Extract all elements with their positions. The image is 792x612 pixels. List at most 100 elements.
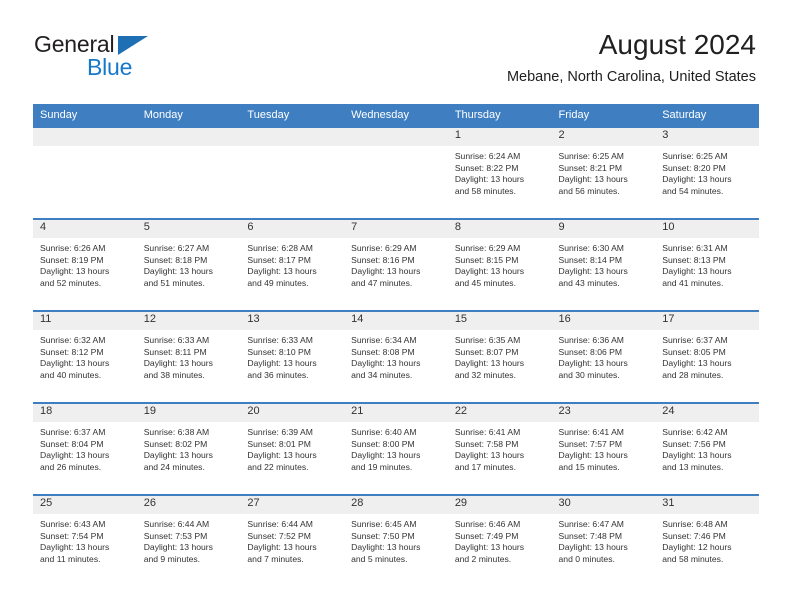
calendar-cell[interactable]: 8 Sunrise: 6:29 AM Sunset: 8:15 PM Daylight… — [447, 218, 552, 311]
day-cell[interactable]: 15 Sunrise: 6:35 AM Sunset: 8:07 PM Dayligh… — [447, 312, 552, 402]
sunset-text: Sunset: 8:17 PM — [247, 254, 311, 265]
sunrise-text: Sunrise: 6:33 AM — [247, 335, 313, 345]
calendar-cell[interactable]: 12 Sunrise: 6:33 AM Sunset: 8:11 PM Dayligh… — [136, 310, 241, 403]
day-cell[interactable]: 3 Sunrise: 6:25 AM Sunset: 8:20 PM Daylight… — [655, 128, 759, 218]
calendar-cell[interactable]: 3 Sunrise: 6:25 AM Sunset: 8:20 PM Daylight… — [655, 126, 759, 219]
day-cell[interactable]: 26 Sunrise: 6:44 AM Sunset: 7:53 PM Dayligh… — [136, 496, 241, 586]
day-cell[interactable]: 7 Sunrise: 6:29 AM Sunset: 8:16 PM Daylight… — [344, 220, 448, 310]
day-cell[interactable]: 25 Sunrise: 6:43 AM Sunset: 7:54 PM Dayligh… — [33, 496, 137, 586]
weekday-header-monday: Monday — [136, 104, 241, 127]
calendar-cell[interactable]: 1 Sunrise: 6:24 AM Sunset: 8:22 PM Daylight… — [447, 126, 552, 219]
day-cell[interactable]: 10 Sunrise: 6:31 AM Sunset: 8:13 PM Dayligh… — [655, 220, 759, 310]
day-details: Sunrise: 6:46 AM Sunset: 7:49 PM Daylight:… — [448, 514, 552, 566]
daylight-text-line1: Daylight: 13 hours — [558, 174, 628, 185]
sunset-text: Sunset: 7:50 PM — [351, 530, 415, 541]
page-subtitle: Mebane, North Carolina, United States — [506, 69, 756, 85]
sunrise-text: Sunrise: 6:41 AM — [558, 427, 624, 437]
sunrise-text: Sunrise: 6:39 AM — [247, 427, 313, 437]
day-number: 9 — [551, 220, 656, 238]
weekday-header-tuesday: Tuesday — [240, 104, 345, 127]
calendar-cell[interactable]: 2 Sunrise: 6:25 AM Sunset: 8:21 PM Daylight… — [551, 126, 656, 219]
calendar-cell[interactable]: 21 Sunrise: 6:40 AM Sunset: 8:00 PM Dayligh… — [344, 402, 448, 495]
day-cell[interactable]: 14 Sunrise: 6:34 AM Sunset: 8:08 PM Dayligh… — [344, 312, 448, 402]
day-cell[interactable]: 23 Sunrise: 6:41 AM Sunset: 7:57 PM Dayligh… — [551, 404, 656, 494]
day-cell[interactable]: 20 Sunrise: 6:39 AM Sunset: 8:01 PM Dayligh… — [240, 404, 345, 494]
day-cell[interactable]: 21 Sunrise: 6:40 AM Sunset: 8:00 PM Dayligh… — [344, 404, 448, 494]
calendar-cell — [33, 126, 137, 219]
calendar-cell[interactable]: 19 Sunrise: 6:38 AM Sunset: 8:02 PM Dayligh… — [136, 402, 241, 495]
daylight-text-line1: Daylight: 13 hours — [247, 266, 317, 277]
daylight-text-line1: Daylight: 13 hours — [40, 542, 110, 553]
calendar-cell[interactable]: 15 Sunrise: 6:35 AM Sunset: 8:07 PM Dayligh… — [447, 310, 552, 403]
day-cell[interactable]: 16 Sunrise: 6:36 AM Sunset: 8:06 PM Dayligh… — [551, 312, 656, 402]
calendar-cell[interactable]: 18 Sunrise: 6:37 AM Sunset: 8:04 PM Dayligh… — [33, 402, 137, 495]
sunrise-text: Sunrise: 6:29 AM — [454, 243, 521, 253]
calendar-cell[interactable]: 5 Sunrise: 6:27 AM Sunset: 8:18 PM Daylight… — [136, 218, 241, 311]
day-details: Sunrise: 6:43 AM Sunset: 7:54 PM Daylight:… — [33, 514, 137, 566]
calendar-cell[interactable]: 6 Sunrise: 6:28 AM Sunset: 8:17 PM Daylight… — [240, 218, 345, 311]
calendar-cell[interactable]: 25 Sunrise: 6:43 AM Sunset: 7:54 PM Dayligh… — [33, 494, 137, 586]
calendar-cell — [240, 126, 345, 219]
calendar-cell[interactable]: 30 Sunrise: 6:47 AM Sunset: 7:48 PM Dayligh… — [551, 494, 656, 586]
calendar-cell[interactable]: 26 Sunrise: 6:44 AM Sunset: 7:53 PM Dayligh… — [136, 494, 241, 586]
day-cell[interactable]: 27 Sunrise: 6:44 AM Sunset: 7:52 PM Dayligh… — [240, 496, 345, 586]
weekday-header-row: Sunday Monday Tuesday Wednesday Thursday… — [33, 104, 759, 127]
calendar-cell[interactable]: 27 Sunrise: 6:44 AM Sunset: 7:52 PM Dayligh… — [240, 494, 345, 586]
day-cell[interactable]: 6 Sunrise: 6:28 AM Sunset: 8:17 PM Daylight… — [240, 220, 345, 310]
calendar-cell[interactable]: 9 Sunrise: 6:30 AM Sunset: 8:14 PM Daylight… — [551, 218, 656, 311]
sunset-text: Sunset: 8:07 PM — [454, 346, 519, 357]
day-number — [33, 128, 137, 146]
calendar-cell[interactable]: 23 Sunrise: 6:41 AM Sunset: 7:57 PM Dayligh… — [551, 402, 656, 495]
calendar-table: Sunday Monday Tuesday Wednesday Thursday… — [33, 104, 759, 586]
calendar-cell[interactable]: 17 Sunrise: 6:37 AM Sunset: 8:05 PM Dayligh… — [655, 310, 759, 403]
sunset-text: Sunset: 8:21 PM — [558, 162, 623, 173]
calendar-cell[interactable]: 20 Sunrise: 6:39 AM Sunset: 8:01 PM Dayligh… — [240, 402, 345, 495]
day-cell[interactable]: 30 Sunrise: 6:47 AM Sunset: 7:48 PM Dayligh… — [551, 496, 656, 586]
day-cell[interactable]: 28 Sunrise: 6:45 AM Sunset: 7:50 PM Dayligh… — [344, 496, 448, 586]
calendar-cell[interactable]: 22 Sunrise: 6:41 AM Sunset: 7:58 PM Dayligh… — [447, 402, 552, 495]
day-number: 23 — [551, 404, 656, 422]
calendar-cell[interactable]: 31 Sunrise: 6:48 AM Sunset: 7:46 PM Dayligh… — [655, 494, 759, 586]
calendar-cell[interactable]: 4 Sunrise: 6:26 AM Sunset: 8:19 PM Daylight… — [33, 218, 137, 311]
day-cell[interactable]: 22 Sunrise: 6:41 AM Sunset: 7:58 PM Dayligh… — [447, 404, 552, 494]
sunset-text: Sunset: 8:14 PM — [558, 254, 623, 265]
sunset-text: Sunset: 8:16 PM — [351, 254, 415, 265]
daylight-text-line2: and 41 minutes. — [662, 278, 724, 289]
day-cell[interactable]: 8 Sunrise: 6:29 AM Sunset: 8:15 PM Daylight… — [447, 220, 552, 310]
calendar-cell[interactable]: 13 Sunrise: 6:33 AM Sunset: 8:10 PM Dayligh… — [240, 310, 345, 403]
day-cell[interactable]: 2 Sunrise: 6:25 AM Sunset: 8:21 PM Daylight… — [551, 128, 656, 218]
day-cell[interactable]: 17 Sunrise: 6:37 AM Sunset: 8:05 PM Dayligh… — [655, 312, 759, 402]
calendar-cell[interactable]: 16 Sunrise: 6:36 AM Sunset: 8:06 PM Dayligh… — [551, 310, 656, 403]
day-cell[interactable]: 5 Sunrise: 6:27 AM Sunset: 8:18 PM Daylight… — [136, 220, 241, 310]
calendar-cell[interactable]: 28 Sunrise: 6:45 AM Sunset: 7:50 PM Dayligh… — [344, 494, 448, 586]
sunrise-text: Sunrise: 6:44 AM — [247, 519, 313, 529]
day-cell[interactable]: 1 Sunrise: 6:24 AM Sunset: 8:22 PM Daylight… — [447, 128, 552, 218]
day-cell[interactable]: 4 Sunrise: 6:26 AM Sunset: 8:19 PM Daylight… — [33, 220, 137, 310]
day-cell[interactable]: 24 Sunrise: 6:42 AM Sunset: 7:56 PM Dayligh… — [655, 404, 759, 494]
day-cell[interactable]: 11 Sunrise: 6:32 AM Sunset: 8:12 PM Dayligh… — [33, 312, 137, 402]
day-details: Sunrise: 6:34 AM Sunset: 8:08 PM Daylight:… — [344, 330, 448, 382]
daylight-text-line1: Daylight: 13 hours — [40, 358, 110, 369]
calendar-cell[interactable]: 24 Sunrise: 6:42 AM Sunset: 7:56 PM Dayligh… — [655, 402, 759, 495]
daylight-text-line1: Daylight: 13 hours — [351, 266, 421, 277]
day-cell[interactable]: 12 Sunrise: 6:33 AM Sunset: 8:11 PM Dayligh… — [136, 312, 241, 402]
day-details: Sunrise: 6:30 AM Sunset: 8:14 PM Daylight:… — [552, 238, 656, 290]
sunset-text: Sunset: 8:05 PM — [662, 346, 726, 357]
day-cell[interactable]: 9 Sunrise: 6:30 AM Sunset: 8:14 PM Daylight… — [551, 220, 656, 310]
logo-text-general: General — [34, 31, 115, 57]
calendar-cell[interactable]: 14 Sunrise: 6:34 AM Sunset: 8:08 PM Dayligh… — [344, 310, 448, 403]
calendar-cell[interactable]: 10 Sunrise: 6:31 AM Sunset: 8:13 PM Dayligh… — [655, 218, 759, 311]
sunset-text: Sunset: 8:10 PM — [247, 346, 311, 357]
calendar-cell[interactable]: 29 Sunrise: 6:46 AM Sunset: 7:49 PM Dayligh… — [447, 494, 552, 586]
day-cell[interactable]: 31 Sunrise: 6:48 AM Sunset: 7:46 PM Dayligh… — [655, 496, 759, 586]
day-cell[interactable]: 29 Sunrise: 6:46 AM Sunset: 7:49 PM Dayligh… — [447, 496, 552, 586]
day-cell[interactable]: 19 Sunrise: 6:38 AM Sunset: 8:02 PM Dayligh… — [136, 404, 241, 494]
day-cell[interactable]: 13 Sunrise: 6:33 AM Sunset: 8:10 PM Dayligh… — [240, 312, 345, 402]
daylight-text-line2: and 52 minutes. — [40, 278, 102, 289]
calendar-cell[interactable]: 7 Sunrise: 6:29 AM Sunset: 8:16 PM Daylight… — [344, 218, 448, 311]
day-details: Sunrise: 6:42 AM Sunset: 7:56 PM Daylight:… — [655, 422, 759, 474]
daylight-text-line2: and 58 minutes. — [662, 554, 724, 565]
day-cell[interactable]: 18 Sunrise: 6:37 AM Sunset: 8:04 PM Dayligh… — [33, 404, 137, 494]
calendar-cell[interactable]: 11 Sunrise: 6:32 AM Sunset: 8:12 PM Dayligh… — [33, 310, 137, 403]
daylight-text-line2: and 9 minutes. — [143, 554, 201, 565]
